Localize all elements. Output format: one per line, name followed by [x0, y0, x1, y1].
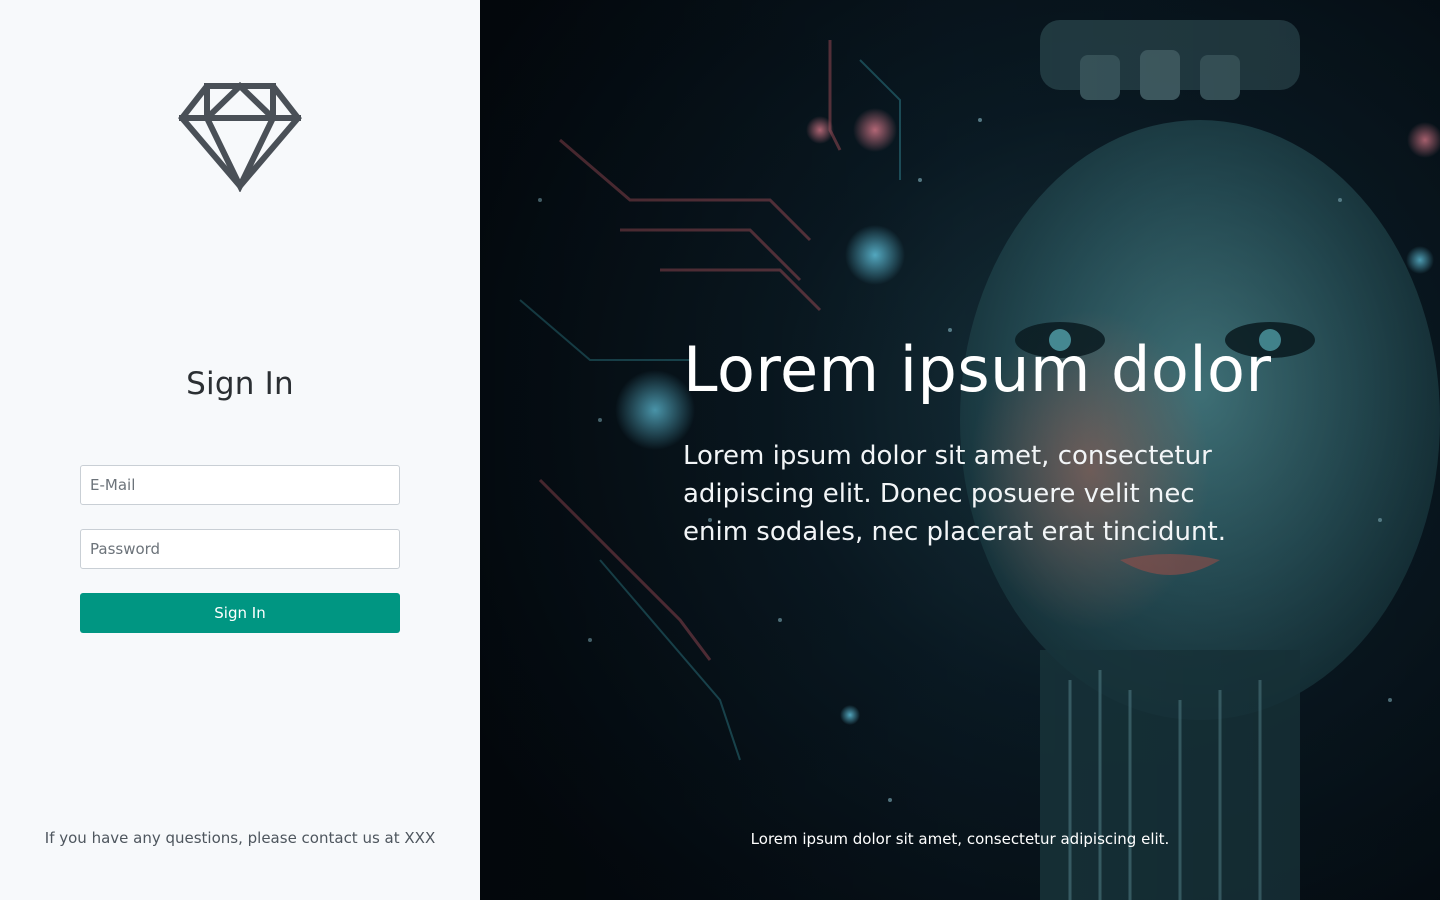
signin-heading: Sign In [186, 366, 294, 402]
email-input[interactable] [80, 465, 400, 505]
hero-footer-text: Lorem ipsum dolor sit amet, consectetur … [750, 830, 1170, 848]
diamond-icon [178, 81, 302, 192]
hero-subtitle: Lorem ipsum dolor sit amet, consectetur … [683, 441, 1226, 547]
signin-panel: Sign In Sign In If you have any question… [0, 0, 480, 900]
password-input[interactable] [80, 529, 400, 569]
hero-title: Lorem ipsum dolor [683, 333, 1272, 406]
login-page: Sign In Sign In If you have any question… [0, 0, 1440, 900]
contact-text: If you have any questions, please contac… [44, 829, 436, 847]
hero-panel: Lorem ipsum dolor Lorem ipsum dolor sit … [480, 0, 1440, 900]
signin-button[interactable]: Sign In [80, 593, 400, 633]
